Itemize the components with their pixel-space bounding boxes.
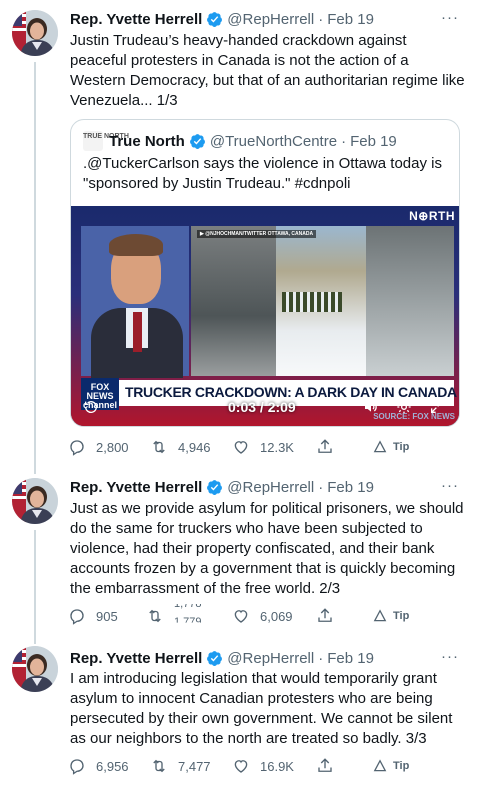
tip-icon [373,759,387,772]
tip-button[interactable]: Tip [373,609,409,623]
tweet-header: Rep. Yvette Herrell @RepHerrell · Feb 19 [70,477,374,497]
video-source-label: SOURCE: FOX NEWS [373,412,455,421]
tip-button[interactable]: Tip [373,440,409,454]
avatar[interactable] [12,478,58,524]
tweet-text: Justin Trudeau’s heavy-handed crackdown … [70,32,465,109]
tweet-date[interactable]: Feb 19 [327,650,374,667]
quoted-tweet-date[interactable]: Feb 19 [350,133,397,150]
verified-badge-icon [189,133,205,149]
retweet-button[interactable]: 7,477 [150,757,211,775]
separator-dot: · [318,10,324,28]
video-player[interactable]: ▶ @NJHOCHMAN/TWITTER OTTAWA, CANADA N⊕RT… [71,206,459,426]
retweet-icon [153,440,165,454]
author-name[interactable]: Rep. Yvette Herrell [70,479,202,496]
verified-badge-icon [207,11,223,27]
share-icon [318,758,332,772]
tweet-2[interactable]: Rep. Yvette Herrell @RepHerrell · Feb 19… [0,468,489,636]
tweet-header: Rep. Yvette Herrell @RepHerrell · Feb 19 [70,648,374,668]
retweet-count-old: 1,778 [174,598,202,610]
avatar-photo-icon [12,10,58,56]
verified-badge-icon [207,479,223,495]
share-button[interactable] [316,438,344,456]
more-options-icon[interactable]: ··· [441,648,459,665]
reply-button[interactable]: 6,956 [68,757,129,775]
reply-icon [70,609,84,625]
video-credit: ▶ @NJHOCHMAN/TWITTER OTTAWA, CANADA [197,230,317,238]
quoted-tweet-text: .@TuckerCarlson says the violence in Ott… [83,155,442,192]
true-north-logo: TRUE NORTH [83,131,129,151]
tweet-header: Rep. Yvette Herrell @RepHerrell · Feb 19 [70,9,374,29]
heart-icon [234,441,248,454]
quoted-tweet[interactable]: TRUE NORTH True North @TrueNorthCentre ·… [70,119,460,427]
quoted-tweet-header: TRUE NORTH True North @TrueNorthCentre ·… [83,131,397,151]
avatar-photo-icon [12,646,58,692]
like-count: 12.3K [260,439,294,455]
more-options-icon[interactable]: ··· [441,9,459,26]
reply-button[interactable]: 2,800 [68,438,129,456]
author-name[interactable]: Rep. Yvette Herrell [70,650,202,667]
heart-icon [234,760,248,773]
reply-count: 6,956 [96,758,129,774]
like-button[interactable]: 12.3K [232,438,294,456]
reply-button[interactable]: 905 [68,607,118,625]
like-button[interactable]: 16.9K [232,757,294,775]
like-count: 16.9K [260,758,294,774]
tweet-text: I am introducing legislation that would … [70,670,453,747]
video-time: 0:03 / 2:09 [228,399,296,415]
retweet-count: 4,946 [178,439,211,455]
video-host-panel [81,226,189,378]
reply-count: 905 [96,608,118,624]
reply-icon [70,440,84,456]
video-footage-right [366,226,454,376]
quoted-author-handle[interactable]: @TrueNorthCentre [210,133,337,150]
like-count: 6,069 [260,608,293,624]
video-footage-left [191,226,276,376]
share-icon [318,439,332,453]
separator-dot: · [318,649,324,667]
retweet-count-animating: 1,778 1,779 [174,604,214,628]
retweet-count: 1,779 [174,616,202,628]
author-handle[interactable]: @RepHerrell [227,650,314,667]
avatar-photo-icon [12,478,58,524]
tip-icon [373,440,387,453]
tweet-date[interactable]: Feb 19 [327,11,374,28]
reply-count: 2,800 [96,439,129,455]
retweet-icon [149,609,161,623]
author-handle[interactable]: @RepHerrell [227,479,314,496]
heart-icon [234,610,248,623]
quoted-author-name[interactable]: True North [109,133,185,150]
tip-label: Tip [393,441,410,453]
tweet-date[interactable]: Feb 19 [327,479,374,496]
verified-badge-icon [207,650,223,666]
separator-dot: · [341,132,347,150]
share-icon [318,608,332,622]
separator-dot: · [318,478,324,496]
more-options-icon[interactable]: ··· [441,477,459,494]
share-button[interactable] [316,757,344,775]
share-button[interactable] [316,607,344,625]
author-name[interactable]: Rep. Yvette Herrell [70,11,202,28]
avatar[interactable] [12,10,58,56]
like-button[interactable]: 6,069 [232,607,293,625]
retweet-icon [153,759,165,773]
tip-button[interactable]: Tip [373,759,409,773]
tweet-1[interactable]: Rep. Yvette Herrell @RepHerrell · Feb 19… [0,0,489,468]
reply-icon [70,759,84,775]
replay-icon[interactable] [83,399,99,418]
video-footage-center [276,226,366,376]
retweet-button[interactable]: 4,946 [150,438,211,456]
true-north-watermark: N⊕RTH [409,209,455,223]
tip-label: Tip [393,760,410,772]
retweet-count: 7,477 [178,758,211,774]
retweet-button[interactable]: 1,778 1,779 [146,604,214,628]
tweet-text: Just as we provide asylum for political … [70,500,464,597]
tip-icon [373,609,387,622]
avatar[interactable] [12,646,58,692]
tip-label: Tip [393,610,410,622]
author-handle[interactable]: @RepHerrell [227,11,314,28]
tweet-3[interactable]: Rep. Yvette Herrell @RepHerrell · Feb 19… [0,636,489,789]
